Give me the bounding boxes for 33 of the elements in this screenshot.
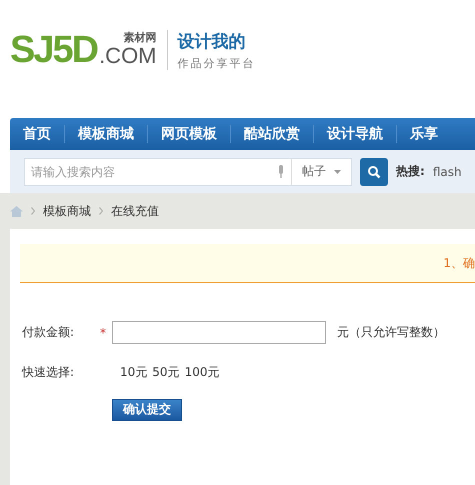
caret-icon xyxy=(334,170,341,174)
quick-select-label: 快速选择: xyxy=(22,364,76,381)
amount-label: 付款金额: xyxy=(22,324,76,341)
nav-link[interactable]: 模板商城 xyxy=(65,125,148,143)
amount-option[interactable]: 100元 xyxy=(184,364,220,381)
microphone-icon[interactable] xyxy=(277,164,285,178)
chevron-icon xyxy=(31,207,35,215)
hot-search-label: 热搜: xyxy=(396,163,425,180)
hot-search-link[interactable]: flash xyxy=(432,164,462,178)
chevron-icon xyxy=(99,207,103,215)
nav-link[interactable]: 酷站欣赏 xyxy=(231,125,314,143)
nav-link[interactable]: 首页 xyxy=(10,125,65,143)
logo-domain: .COM xyxy=(99,45,157,67)
amount-option[interactable]: 10元 xyxy=(120,364,148,381)
tagline: 作品分享平台 xyxy=(178,56,256,71)
amount-option[interactable]: 50元 xyxy=(152,364,180,381)
breadcrumb-link[interactable]: 模板商城 xyxy=(43,202,91,220)
slogan: 设计我的 xyxy=(178,31,247,53)
search-button[interactable] xyxy=(360,158,388,186)
search-icon xyxy=(367,164,381,178)
submit-button[interactable]: 确认提交 xyxy=(112,398,182,420)
notice-text: 1、确 xyxy=(443,254,475,272)
nav-link[interactable]: 设计导航 xyxy=(314,125,397,143)
search-field[interactable]: 请输入搜索内容 帖子 xyxy=(24,158,352,186)
logo-subtitle: 素材网 xyxy=(124,30,157,45)
nav-link[interactable]: 乐享 xyxy=(397,125,438,143)
nav-link[interactable]: 网页模板 xyxy=(148,125,231,143)
home-icon[interactable] xyxy=(10,206,23,216)
amount-field[interactable] xyxy=(112,321,326,344)
breadcrumb-link[interactable]: 在线充值 xyxy=(111,202,159,220)
logo-mark: SJ5D xyxy=(10,30,98,70)
required-mark: * xyxy=(100,326,107,340)
unit-hint: 元（只允许写整数） xyxy=(337,324,445,341)
